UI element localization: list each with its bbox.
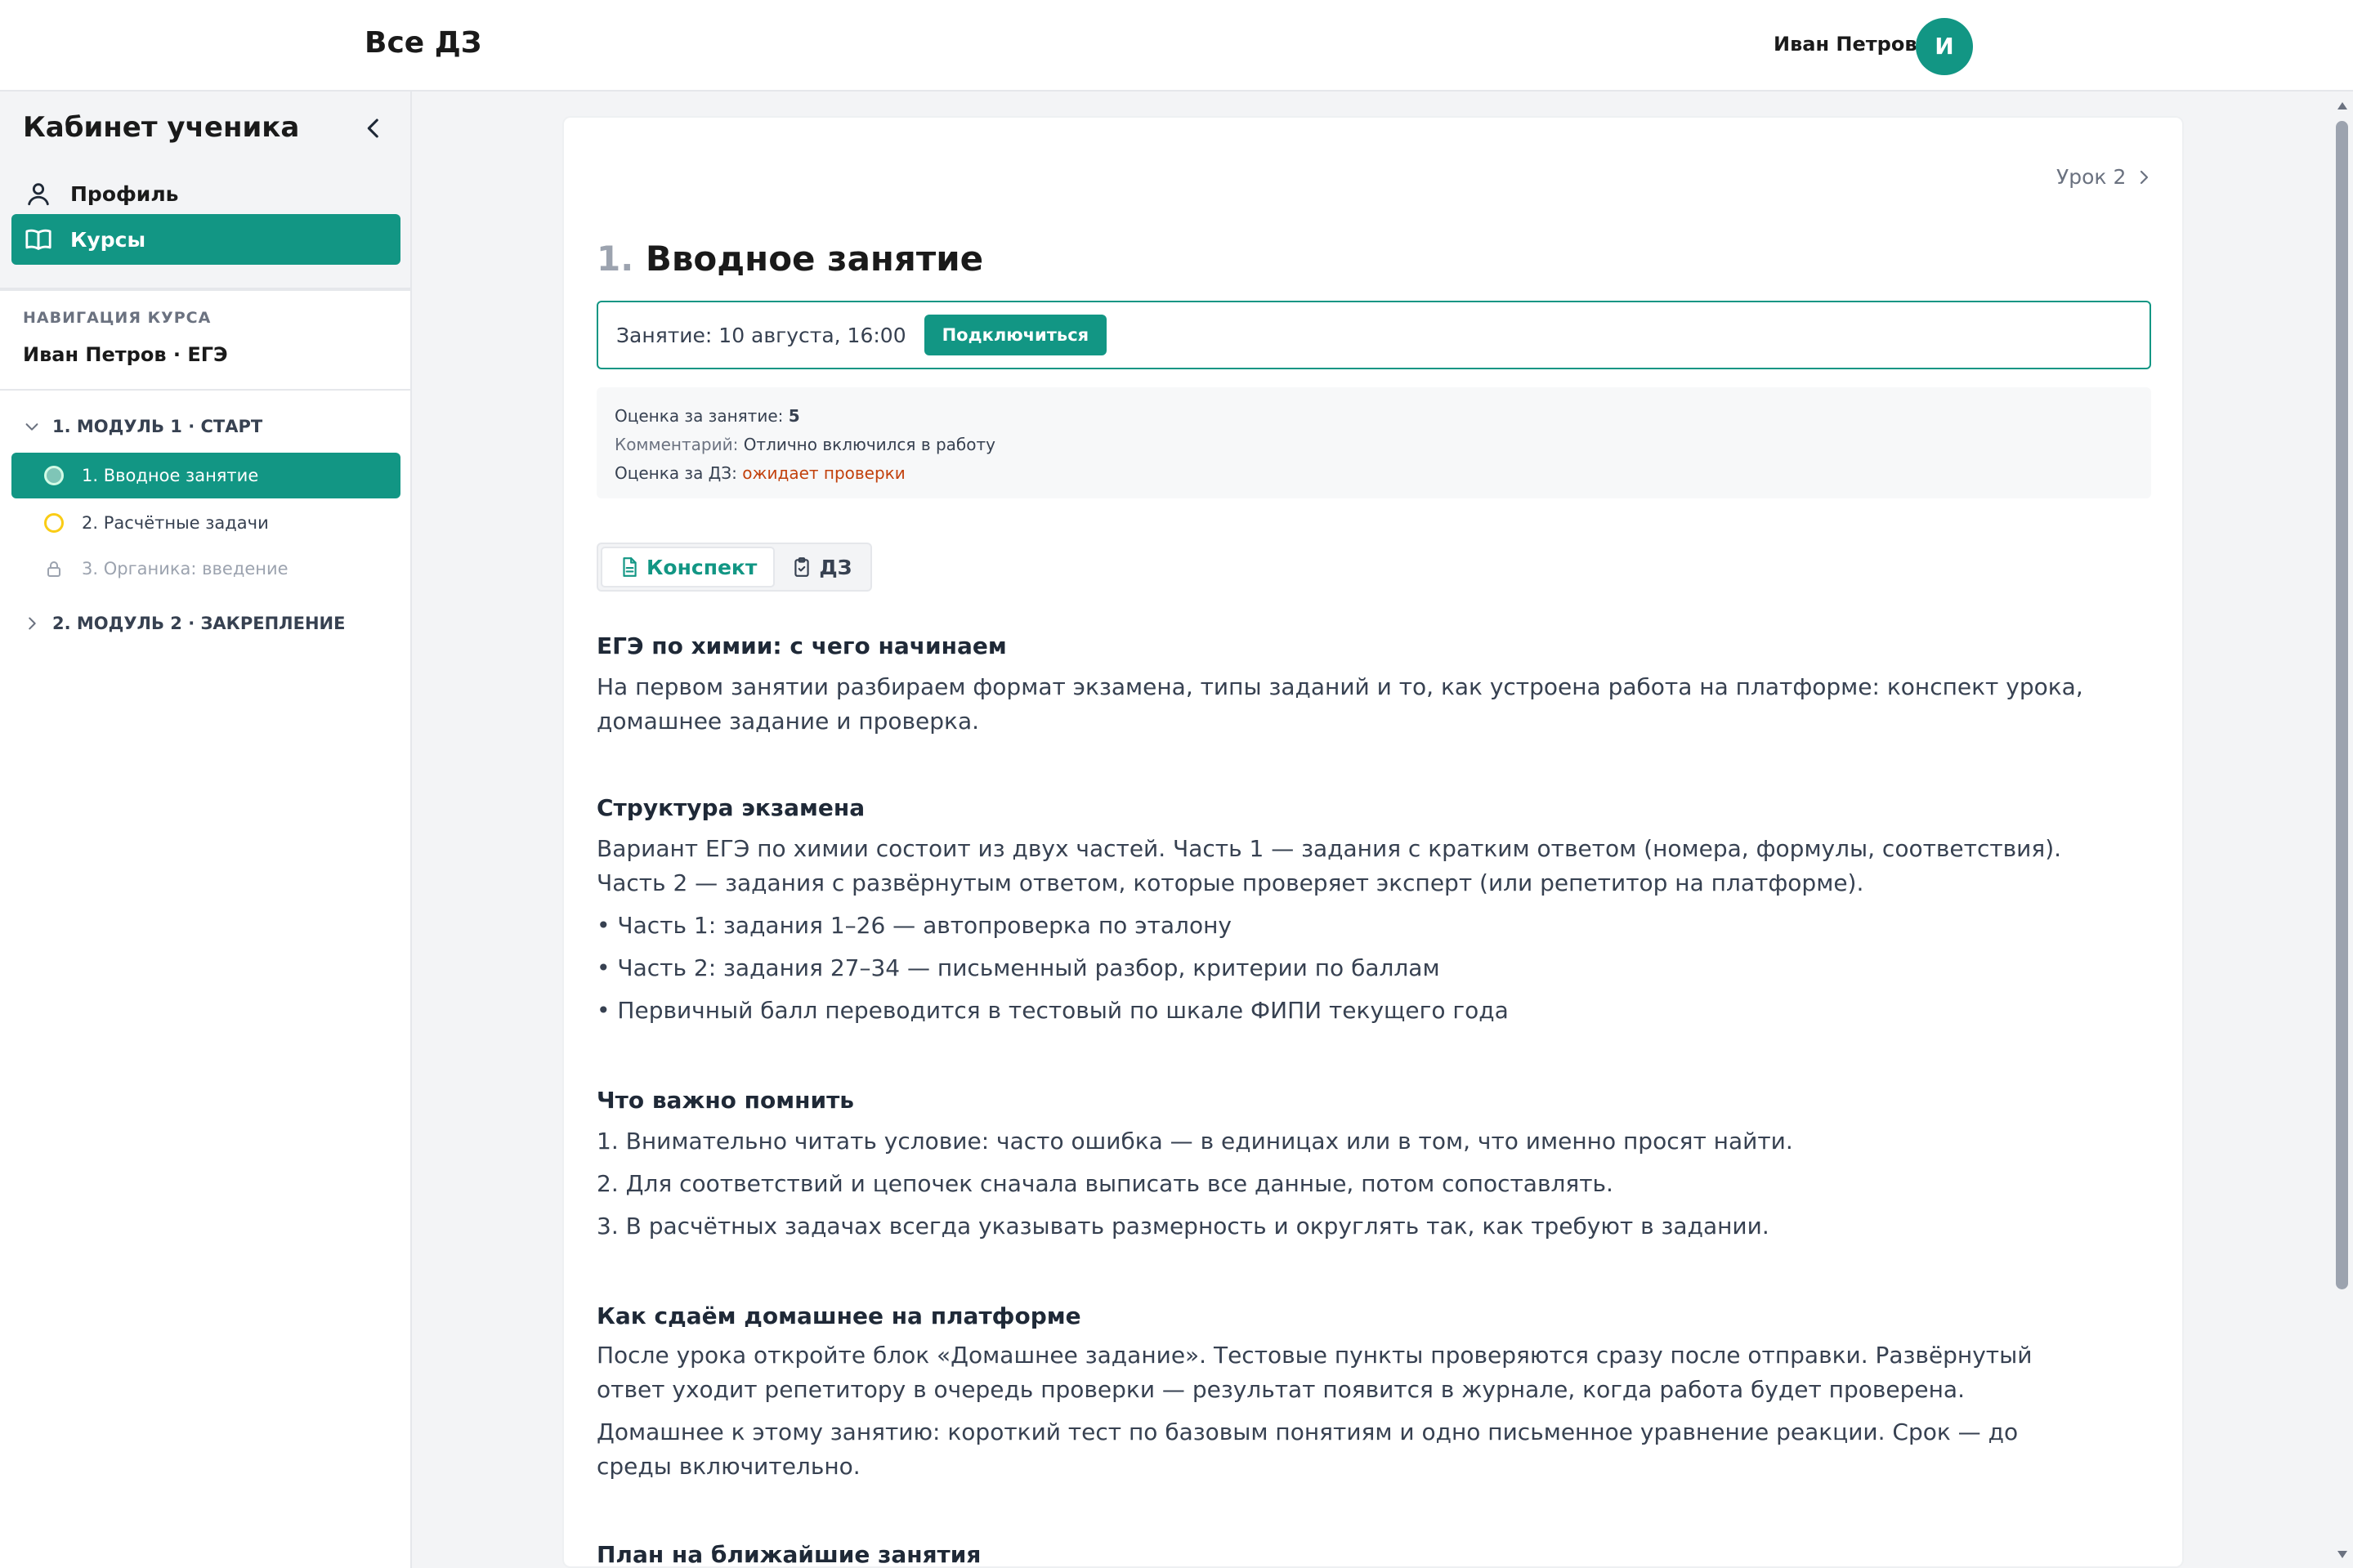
lesson-tabs: Конспект ДЗ (597, 543, 873, 592)
paragraph: Домашнее к этому занятию: короткий тест … (597, 1418, 2019, 1480)
session-date: Занятие: 10 августа, 16:00 (616, 323, 906, 347)
lock-icon (47, 561, 60, 577)
next-lesson-link[interactable]: Урок 2 (2056, 165, 2154, 189)
lesson-label: 3. Органика: введение (82, 559, 289, 579)
lesson-title-text: Вводное занятие (645, 239, 984, 279)
chevron-left-icon[interactable] (360, 114, 387, 142)
lesson-label: 1. Вводное занятие (82, 466, 259, 485)
comment-row: Комментарий: Отлично включился в работу (615, 431, 2133, 459)
sidebar-item-profile[interactable]: Профиль (11, 168, 400, 219)
scroll-up-icon[interactable] (2334, 98, 2351, 114)
session-info: Занятие: 10 августа, 16:00 Подключиться (597, 301, 2151, 369)
scrollbar[interactable] (2331, 92, 2353, 1568)
scroll-down-icon[interactable] (2334, 1546, 2351, 1562)
lesson-card: Урок 2 1. Вводное занятие Занятие: 10 ав… (562, 116, 2184, 1568)
tab-label: ДЗ (819, 555, 852, 579)
scrollbar-thumb[interactable] (2336, 121, 2348, 1289)
tab-label: Конспект (646, 555, 758, 579)
comment-value: Отлично включился в работу (743, 435, 995, 454)
lesson-item-2[interactable]: 2. Расчётные задачи (11, 500, 400, 546)
paragraph: Вариант ЕГЭ по химии состоит из двух час… (597, 835, 2062, 896)
list-item: 2. Для соответствий и цепочек сначала вы… (597, 1170, 1613, 1197)
grade-label: Оценка за занятие: (615, 406, 784, 426)
chevron-right-icon (29, 617, 36, 630)
lesson-item-3: 3. Органика: введение (11, 546, 400, 592)
section-heading: Что важно помнить (597, 1087, 855, 1114)
divider (0, 389, 410, 391)
module-toggle-2[interactable]: 2. МОДУЛЬ 2 · ЗАКРЕПЛЕНИЕ (23, 614, 345, 633)
grade-value: 5 (788, 406, 800, 426)
user-icon (28, 183, 49, 206)
tab-notes[interactable]: Конспект (601, 547, 776, 587)
status-pending-icon (44, 513, 64, 533)
sidebar-item-label: Профиль (70, 181, 179, 206)
module-toggle-1[interactable]: 1. МОДУЛЬ 1 · СТАРТ (23, 417, 262, 436)
tab-homework[interactable]: ДЗ (775, 547, 868, 587)
divider (0, 288, 410, 291)
lesson-item-1[interactable]: 1. Вводное занятие (11, 453, 400, 498)
connect-button[interactable]: Подключиться (924, 315, 1107, 355)
clipboard-icon (794, 557, 810, 577)
section-heading: Как сдаём домашнее на платформе (597, 1302, 1081, 1329)
book-icon (25, 229, 51, 250)
hw-grade-label: Оценка за ДЗ: (615, 463, 737, 483)
list-item: • Первичный балл переводится в тестовый … (597, 997, 1509, 1024)
section-heading: Структура экзамена (597, 794, 866, 821)
comment-label: Комментарий: (615, 435, 739, 454)
next-lesson-label: Урок 2 (2056, 165, 2127, 189)
module-label: 1. МОДУЛЬ 1 · СТАРТ (52, 417, 263, 436)
section-heading: План на ближайшие занятия (597, 1541, 982, 1568)
sidebar: Кабинет ученика Профиль Курсы НАВИГАЦИЯ … (0, 92, 412, 1568)
user-name[interactable]: Иван Петров (1774, 33, 1917, 56)
section-heading: ЕГЭ по химии: с чего начинаем (597, 632, 1007, 659)
list-item: 3. В расчётных задачах всегда указывать … (597, 1213, 1769, 1240)
lesson-label: 2. Расчётные задачи (82, 513, 269, 533)
top-bar: Все ДЗ Иван Петров И (0, 0, 2353, 92)
avatar[interactable]: И (1916, 18, 1973, 75)
page-title: Все ДЗ (365, 26, 482, 60)
chevron-down-icon (25, 423, 38, 431)
module-label: 2. МОДУЛЬ 2 · ЗАКРЕПЛЕНИЕ (52, 614, 346, 633)
hw-grade-status: ожидает проверки (742, 463, 906, 483)
sidebar-title: Кабинет ученика (23, 111, 300, 144)
list-item: • Часть 1: задания 1–26 — автопроверка п… (597, 912, 1232, 939)
lesson-number: 1. (597, 239, 634, 279)
status-active-icon (44, 466, 64, 485)
list-item: 1. Внимательно читать условие: часто оши… (597, 1128, 1793, 1155)
course-nav-caption: НАВИГАЦИЯ КУРСА (23, 309, 212, 327)
lesson-title: 1. Вводное занятие (597, 239, 983, 279)
document-icon (623, 557, 637, 577)
paragraph: На первом занятии разбираем формат экзам… (597, 673, 2083, 735)
list-item: • Часть 2: задания 27–34 — письменный ра… (597, 954, 1440, 981)
paragraph: После урока откройте блок «Домашнее зада… (597, 1342, 2033, 1403)
course-name: Иван Петров · ЕГЭ (23, 343, 228, 366)
chevron-right-icon (2141, 170, 2149, 184)
sidebar-item-label: Курсы (70, 227, 146, 252)
sidebar-item-courses[interactable]: Курсы (11, 214, 400, 265)
lesson-grade-row: Оценка за занятие: 5 (615, 402, 2133, 431)
grades-panel: Оценка за занятие: 5 Комментарий: Отличн… (597, 387, 2151, 498)
hw-grade-row: Оценка за ДЗ: ожидает проверки (615, 459, 2133, 488)
